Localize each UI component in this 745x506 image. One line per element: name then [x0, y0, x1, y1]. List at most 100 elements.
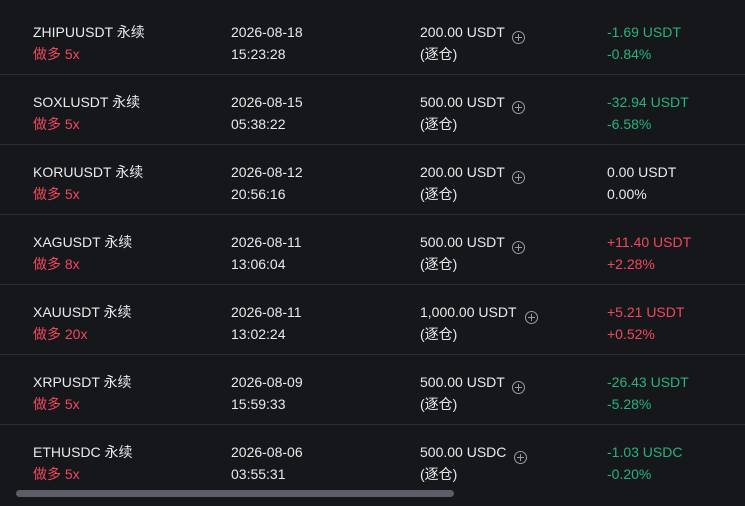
side-leverage-label: 做多 5x — [33, 116, 80, 132]
open-time: 20:56:16 — [231, 186, 286, 202]
side-leverage-label: 做多 5x — [33, 186, 80, 202]
plus-circle-icon[interactable] — [512, 101, 525, 114]
open-time-cell: 2026-08-11 13:06:04 — [231, 231, 302, 275]
pnl-percent: -0.84% — [607, 46, 652, 62]
symbol-cell: ETHUSDC 永续 做多 5x — [33, 441, 133, 485]
pnl-cell: 0.00 USDT 0.00% — [607, 161, 676, 205]
side-leverage-label: 做多 5x — [33, 466, 80, 482]
open-date: 2026-08-15 — [231, 94, 303, 110]
side-leverage-label: 做多 8x — [33, 256, 80, 272]
open-time: 03:55:31 — [231, 466, 286, 482]
margin-amount: 500.00 USDT — [420, 234, 505, 250]
symbol-label[interactable]: ETHUSDC 永续 — [33, 441, 133, 463]
plus-circle-icon[interactable] — [514, 451, 527, 464]
symbol-label[interactable]: SOXLUSDT 永续 — [33, 91, 140, 113]
pnl-amount: +5.21 USDT — [607, 304, 685, 320]
margin-mode: (逐仓) — [420, 186, 458, 202]
margin-amount: 200.00 USDT — [420, 24, 505, 40]
pnl-cell: -1.03 USDC -0.20% — [607, 441, 682, 485]
symbol-cell: SOXLUSDT 永续 做多 5x — [33, 91, 140, 135]
side-leverage-label: 做多 5x — [33, 396, 80, 412]
table-row[interactable]: XAGUSDT 永续 做多 8x 2026-08-11 13:06:04 500… — [0, 215, 745, 285]
pnl-cell: -26.43 USDT -5.28% — [607, 371, 689, 415]
pnl-amount: -32.94 USDT — [607, 94, 689, 110]
symbol-cell: XRPUSDT 永续 做多 5x — [33, 371, 132, 415]
pnl-amount: -1.03 USDC — [607, 444, 683, 460]
symbol-cell: ZHIPUUSDT 永续 做多 5x — [33, 21, 145, 65]
plus-circle-icon[interactable] — [512, 31, 525, 44]
margin-amount: 500.00 USDT — [420, 94, 505, 110]
symbol-label[interactable]: XAGUSDT 永续 — [33, 231, 132, 253]
symbol-cell: XAUUSDT 永续 做多 20x — [33, 301, 132, 345]
open-time: 05:38:22 — [231, 116, 286, 132]
open-date: 2026-08-18 — [231, 24, 303, 40]
pnl-percent: +0.52% — [607, 326, 655, 342]
open-time-cell: 2026-08-06 03:55:31 — [231, 441, 303, 485]
table-row[interactable]: XAUUSDT 永续 做多 20x 2026-08-11 13:02:24 1,… — [0, 285, 745, 355]
positions-table: ZHIPUUSDT 永续 做多 5x 2026-08-18 15:23:28 2… — [0, 0, 745, 506]
table-row[interactable]: SOXLUSDT 永续 做多 5x 2026-08-15 05:38:22 50… — [0, 75, 745, 145]
open-time: 15:23:28 — [231, 46, 286, 62]
margin-amount: 1,000.00 USDT — [420, 304, 517, 320]
pnl-percent: 0.00% — [607, 186, 647, 202]
symbol-label[interactable]: XAUUSDT 永续 — [33, 301, 132, 323]
open-date: 2026-08-09 — [231, 374, 303, 390]
horizontal-scrollbar-thumb[interactable] — [16, 490, 454, 497]
side-leverage-label: 做多 20x — [33, 326, 88, 342]
margin-cell: 200.00 USDT (逐仓) — [420, 161, 505, 205]
open-time-cell: 2026-08-11 13:02:24 — [231, 301, 302, 345]
pnl-amount: +11.40 USDT — [607, 234, 692, 250]
pnl-amount: -26.43 USDT — [607, 374, 689, 390]
open-time-cell: 2026-08-15 05:38:22 — [231, 91, 303, 135]
plus-circle-icon[interactable] — [512, 381, 525, 394]
symbol-label[interactable]: KORUUSDT 永续 — [33, 161, 143, 183]
margin-mode: (逐仓) — [420, 466, 458, 482]
pnl-amount: -1.69 USDT — [607, 24, 681, 40]
pnl-cell: -32.94 USDT -6.58% — [607, 91, 689, 135]
table-row[interactable]: XRPUSDT 永续 做多 5x 2026-08-09 15:59:33 500… — [0, 355, 745, 425]
open-date: 2026-08-11 — [231, 234, 302, 250]
symbol-label[interactable]: XRPUSDT 永续 — [33, 371, 132, 393]
margin-amount: 500.00 USDT — [420, 374, 505, 390]
margin-mode: (逐仓) — [420, 396, 458, 412]
table-row[interactable]: ETHUSDC 永续 做多 5x 2026-08-06 03:55:31 500… — [0, 425, 745, 495]
symbol-label[interactable]: ZHIPUUSDT 永续 — [33, 21, 145, 43]
pnl-percent: -6.58% — [607, 116, 652, 132]
pnl-percent: -0.20% — [607, 466, 652, 482]
symbol-cell: XAGUSDT 永续 做多 8x — [33, 231, 132, 275]
margin-mode: (逐仓) — [420, 326, 458, 342]
margin-cell: 500.00 USDT (逐仓) — [420, 91, 505, 135]
open-time-cell: 2026-08-18 15:23:28 — [231, 21, 303, 65]
open-date: 2026-08-11 — [231, 304, 302, 320]
margin-mode: (逐仓) — [420, 46, 458, 62]
open-time-cell: 2026-08-12 20:56:16 — [231, 161, 303, 205]
margin-amount: 500.00 USDC — [420, 444, 507, 460]
open-time-cell: 2026-08-09 15:59:33 — [231, 371, 303, 415]
plus-circle-icon[interactable] — [525, 311, 538, 324]
margin-cell: 500.00 USDT (逐仓) — [420, 371, 505, 415]
margin-cell: 1,000.00 USDT (逐仓) — [420, 301, 517, 345]
pnl-cell: +5.21 USDT +0.52% — [607, 301, 684, 345]
margin-amount: 200.00 USDT — [420, 164, 505, 180]
open-time: 15:59:33 — [231, 396, 286, 412]
pnl-amount: 0.00 USDT — [607, 164, 677, 180]
margin-cell: 200.00 USDT (逐仓) — [420, 21, 505, 65]
open-date: 2026-08-12 — [231, 164, 303, 180]
margin-mode: (逐仓) — [420, 256, 458, 272]
table-row[interactable]: ZHIPUUSDT 永续 做多 5x 2026-08-18 15:23:28 2… — [0, 5, 745, 75]
open-time: 13:02:24 — [231, 326, 286, 342]
margin-cell: 500.00 USDT (逐仓) — [420, 231, 505, 275]
margin-mode: (逐仓) — [420, 116, 458, 132]
symbol-cell: KORUUSDT 永续 做多 5x — [33, 161, 143, 205]
pnl-cell: -1.69 USDT -0.84% — [607, 21, 681, 65]
pnl-cell: +11.40 USDT +2.28% — [607, 231, 691, 275]
plus-circle-icon[interactable] — [512, 171, 525, 184]
pnl-percent: -5.28% — [607, 396, 652, 412]
pnl-percent: +2.28% — [607, 256, 655, 272]
open-time: 13:06:04 — [231, 256, 286, 272]
side-leverage-label: 做多 5x — [33, 46, 80, 62]
open-date: 2026-08-06 — [231, 444, 303, 460]
plus-circle-icon[interactable] — [512, 241, 525, 254]
table-row[interactable]: KORUUSDT 永续 做多 5x 2026-08-12 20:56:16 20… — [0, 145, 745, 215]
margin-cell: 500.00 USDC (逐仓) — [420, 441, 506, 485]
